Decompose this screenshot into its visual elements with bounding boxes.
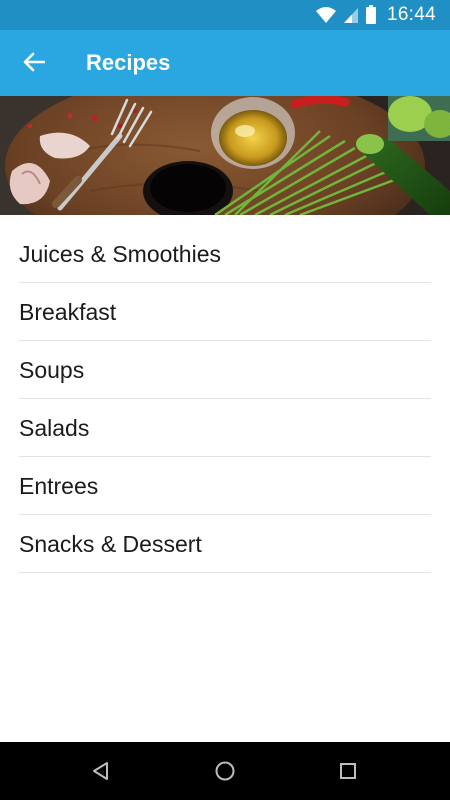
arrow-left-icon [23,52,45,72]
list-item-salads[interactable]: Salads [19,400,431,457]
battery-icon [365,5,376,24]
banner-illustration [0,96,450,215]
nav-recents-button[interactable] [318,742,378,800]
list-item-entrees[interactable]: Entrees [19,458,431,515]
list-item-juices-smoothies[interactable]: Juices & Smoothies [19,226,431,283]
list-item-soups[interactable]: Soups [19,342,431,399]
list-item-breakfast[interactable]: Breakfast [19,284,431,341]
nav-home-button[interactable] [195,742,255,800]
back-button[interactable] [16,44,52,80]
status-bar: 16:44 [0,0,450,30]
back-triangle-icon [93,762,108,780]
status-time: 16:44 [386,4,436,25]
wifi-icon [315,7,336,23]
nav-back-button[interactable] [71,742,131,800]
list-item-snacks-dessert[interactable]: Snacks & Dessert [19,516,431,573]
list-item-label: Juices & Smoothies [19,240,221,267]
status-icons: 16:44 [315,0,436,30]
list-item-label: Soups [19,356,85,383]
recents-square-icon [340,763,356,779]
system-navigation-bar [0,742,450,800]
cell-signal-icon [343,8,358,23]
list-item-label: Salads [19,414,90,441]
app-bar: Recipes [0,30,450,96]
list-item-label: Snacks & Dessert [19,530,202,557]
page-title: Recipes [86,50,171,75]
home-circle-icon [215,761,235,781]
list-item-label: Breakfast [19,298,117,325]
food-ingredients-banner [0,96,450,215]
category-list: Juices & Smoothies Breakfast Soups Salad… [19,226,431,574]
list-item-label: Entrees [19,472,99,499]
